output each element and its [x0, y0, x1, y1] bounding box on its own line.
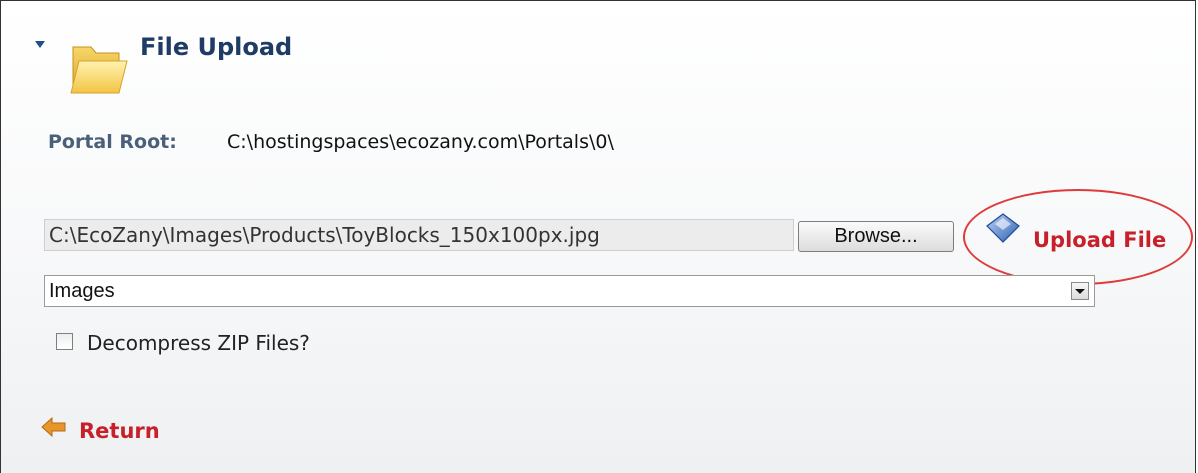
folder-icon	[70, 46, 128, 94]
portal-root-path: C:\hostingspaces\ecozany.com\Portals\0\	[227, 131, 614, 153]
folder-select-value: Images	[49, 280, 115, 302]
upload-file-label: Upload File	[1033, 228, 1167, 252]
module-title: File Upload	[140, 33, 293, 61]
arrow-left-icon	[41, 416, 66, 438]
decompress-zip-checkbox[interactable]	[56, 333, 73, 350]
upload-diamond-icon	[986, 213, 1020, 243]
portal-root-label: Portal Root:	[48, 131, 177, 153]
collapse-arrow-icon[interactable]	[35, 41, 45, 48]
upload-file-link[interactable]: Upload File	[985, 212, 1185, 262]
return-label: Return	[79, 419, 160, 443]
browse-button[interactable]: Browse...	[798, 221, 954, 252]
decompress-zip-label[interactable]: Decompress ZIP Files?	[87, 331, 310, 355]
folder-select-dropdown[interactable]: Images	[44, 275, 1095, 307]
file-path-input[interactable]: C:\EcoZany\Images\Products\ToyBlocks_150…	[44, 219, 794, 251]
return-link[interactable]: Return	[41, 413, 181, 447]
chevron-down-icon[interactable]	[1071, 282, 1089, 300]
file-upload-panel: File Upload Portal Root: C:\hostingspace…	[0, 0, 1196, 473]
